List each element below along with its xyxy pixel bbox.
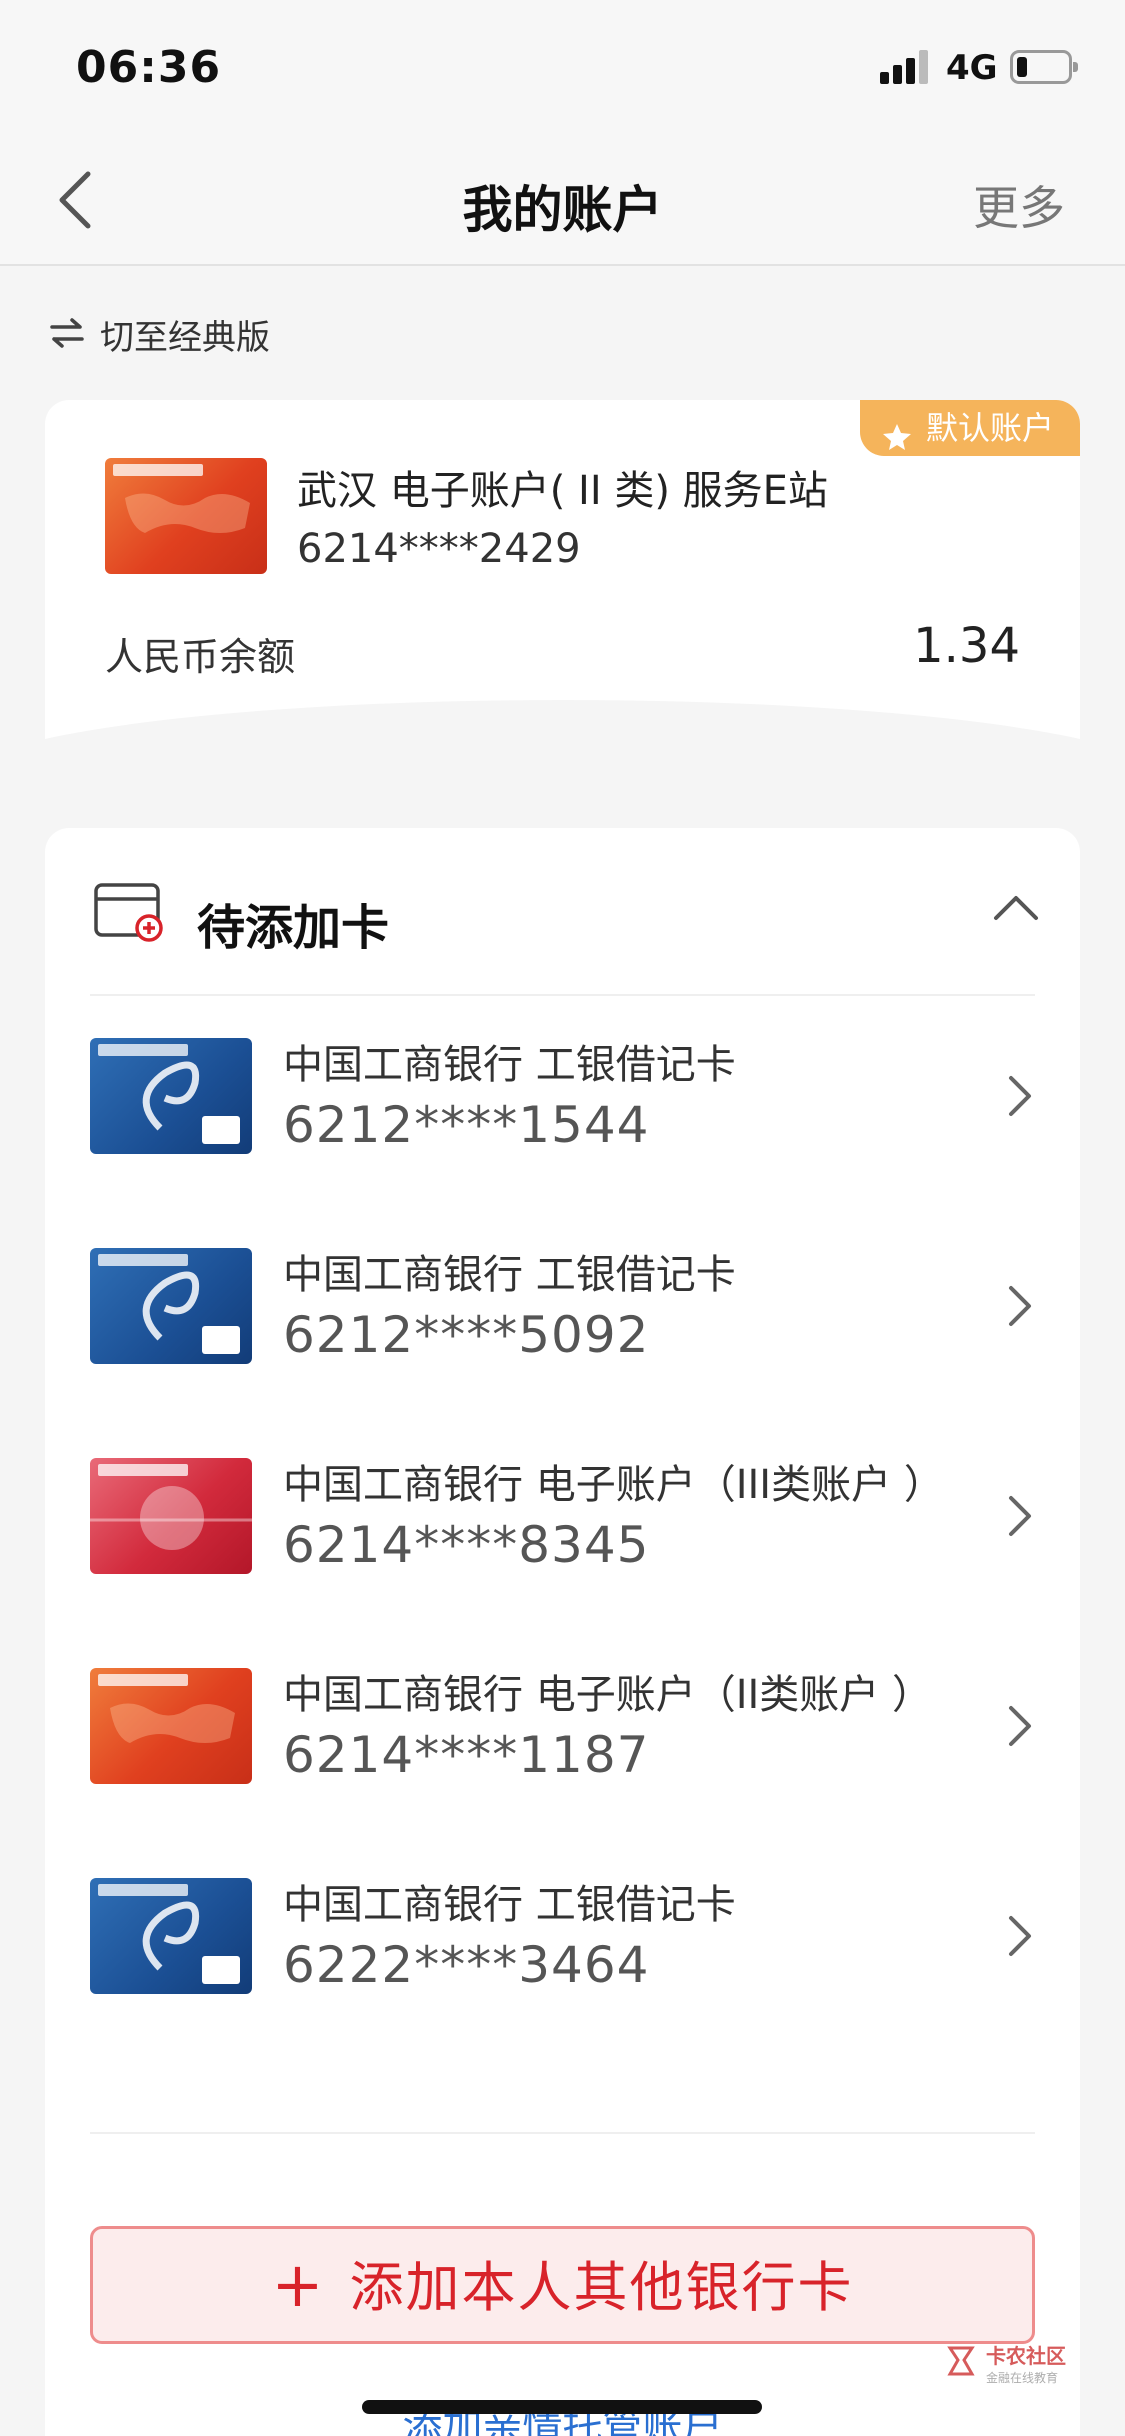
card-row-4[interactable]: 中国工商银行 电子账户（II类账户 ） 6214****1187 [45, 1668, 1080, 1878]
card-row-3[interactable]: 中国工商银行 电子账户（III类账户 ） 6214****8345 [45, 1458, 1080, 1668]
star-icon [882, 413, 912, 469]
page-title: 我的账户 [462, 181, 663, 239]
plus-icon: + [271, 2248, 326, 2321]
card-number: 6212****5092 [283, 1306, 650, 1364]
add-bank-card-button[interactable]: + 添加本人其他银行卡 [90, 2226, 1035, 2344]
card-name: 中国工商银行 电子账户（III类账户 ） [283, 1462, 944, 1508]
divider [90, 994, 1035, 996]
watermark: 卡农社区 金融在线教育 [944, 2340, 1066, 2386]
chevron-right-icon [1005, 1914, 1035, 1962]
balance-label: 人民币余额 [105, 635, 296, 679]
card-thumbnail [90, 1668, 252, 1784]
card-number: 6214****1187 [283, 1726, 650, 1784]
watermark-sub: 金融在线教育 [986, 2371, 1059, 2385]
status-time: 06:36 [76, 42, 222, 93]
chevron-up-icon[interactable] [992, 888, 1040, 932]
pending-card-list: 中国工商银行 工银借记卡 6212****1544 中国工商银行 工银借记卡 6… [45, 1038, 1080, 2088]
card-name: 中国工商银行 工银借记卡 [283, 1042, 736, 1088]
swap-icon [48, 316, 86, 354]
default-account-card[interactable]: 默认账户 武汉 电子账户( II 类) 服务E站 6214****2429 人民… [45, 400, 1080, 740]
nav-bar: 我的账户 更多 [0, 132, 1125, 266]
add-bank-card-label: 添加本人其他银行卡 [349, 2256, 854, 2319]
default-account-name: 武汉 电子账户( II 类) 服务E站 [297, 468, 828, 514]
battery-icon [1010, 50, 1078, 84]
card-add-icon [93, 882, 167, 946]
default-badge: 默认账户 [859, 400, 1080, 456]
switch-label: 切至经典版 [100, 318, 270, 358]
watermark-text: 卡农社区 [986, 2344, 1066, 2368]
card-row-1[interactable]: 中国工商银行 工银借记卡 6212****1544 [45, 1038, 1080, 1248]
default-account-number: 6214****2429 [297, 526, 581, 572]
chevron-right-icon [1005, 1494, 1035, 1542]
card-name: 中国工商银行 工银借记卡 [283, 1252, 736, 1298]
signal-icon [880, 50, 932, 84]
card-name: 中国工商银行 工银借记卡 [283, 1882, 736, 1928]
card-row-5[interactable]: 中国工商银行 工银借记卡 6222****3464 [45, 1878, 1080, 2088]
chevron-right-icon [1005, 1704, 1035, 1752]
card-thumbnail [90, 1248, 252, 1364]
divider [90, 2132, 1035, 2134]
home-indicator[interactable] [362, 2400, 762, 2414]
card-number: 6212****1544 [283, 1096, 650, 1154]
pending-cards-panel: 待添加卡 中国工商银行 工银借记卡 6212****1544 中国工商银行 工银… [45, 828, 1080, 2436]
card-number: 6214****8345 [283, 1516, 650, 1574]
default-badge-label: 默认账户 [925, 409, 1054, 447]
balance-value: 1.34 [913, 618, 1020, 674]
card-thumbnail [90, 1878, 252, 1994]
card-thumbnail [90, 1458, 252, 1574]
chevron-right-icon [1005, 1284, 1035, 1332]
switch-version-link[interactable]: 切至经典版 [48, 310, 270, 359]
card-row-2[interactable]: 中国工商银行 工银借记卡 6212****5092 [45, 1248, 1080, 1458]
chevron-right-icon [1005, 1074, 1035, 1122]
watermark-logo-icon [944, 2344, 978, 2382]
card-name: 中国工商银行 电子账户（II类账户 ） [283, 1672, 933, 1718]
card-number: 6222****3464 [283, 1936, 650, 1994]
network-type: 4G [946, 48, 998, 88]
more-button[interactable]: 更多 [973, 172, 1065, 238]
card-thumbnail [105, 458, 267, 574]
pending-title: 待添加卡 [197, 900, 390, 956]
card-thumbnail [90, 1038, 252, 1154]
status-bar: 06:36 4G [0, 0, 1125, 132]
